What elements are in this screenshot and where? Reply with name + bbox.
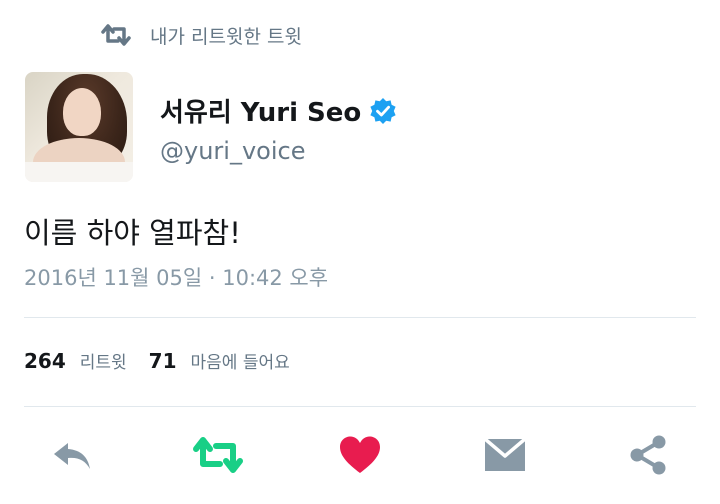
retweet-icon bbox=[193, 437, 243, 473]
like-button[interactable] bbox=[336, 432, 384, 478]
share-button[interactable] bbox=[624, 432, 672, 478]
tweet-header: 서유리 Yuri Seo @yuri_voice bbox=[25, 72, 397, 182]
reply-button[interactable] bbox=[48, 432, 96, 478]
divider bbox=[24, 317, 696, 318]
verified-badge-icon bbox=[370, 97, 396, 124]
name-row: 서유리 Yuri Seo bbox=[160, 92, 397, 129]
user-handle[interactable]: @yuri_voice bbox=[160, 137, 397, 165]
tweet-timestamp: 2016년 11월 05일 · 10:42 오후 bbox=[24, 266, 329, 290]
retweet-context: 내가 리트윗한 트윗 bbox=[100, 20, 302, 50]
tweet-text: 이름 하야 열파참! bbox=[24, 216, 241, 250]
like-count-label[interactable]: 마음에 들어요 bbox=[191, 348, 290, 373]
retweet-button[interactable] bbox=[190, 432, 246, 478]
action-bar bbox=[0, 432, 720, 480]
retweet-count[interactable]: 264 bbox=[24, 349, 66, 373]
user-info: 서유리 Yuri Seo @yuri_voice bbox=[160, 92, 397, 165]
share-icon bbox=[630, 435, 666, 475]
reply-icon bbox=[54, 443, 90, 469]
retweet-count-label[interactable]: 리트윗 bbox=[80, 348, 127, 373]
message-button[interactable] bbox=[481, 432, 529, 478]
heart-icon bbox=[340, 436, 380, 473]
tweet-stats: 264 리트윗 71 마음에 들어요 bbox=[24, 348, 290, 373]
retweet-context-label: 내가 리트윗한 트윗 bbox=[150, 25, 302, 48]
like-count[interactable]: 71 bbox=[149, 349, 177, 373]
divider bbox=[24, 406, 696, 407]
message-icon bbox=[483, 437, 527, 471]
display-name[interactable]: 서유리 Yuri Seo bbox=[160, 92, 361, 129]
retweet-icon bbox=[101, 24, 131, 46]
avatar[interactable] bbox=[25, 72, 133, 182]
